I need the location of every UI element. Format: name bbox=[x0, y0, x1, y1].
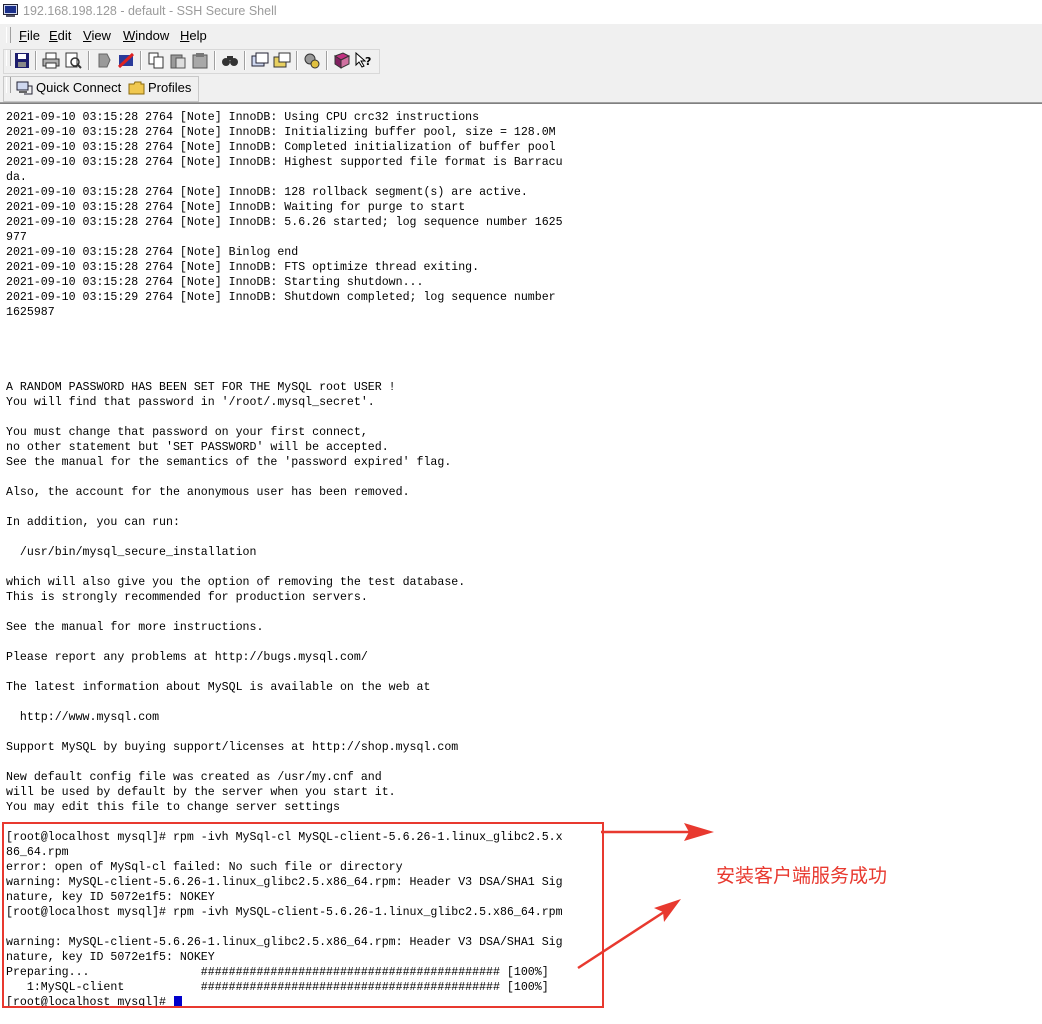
menu-help[interactable]: Help bbox=[180, 28, 207, 43]
terminal-line: 2021-09-10 03:15:29 2764 [Note] InnoDB: … bbox=[6, 291, 556, 304]
quickbar-grip[interactable] bbox=[6, 77, 11, 93]
terminal-line: 2021-09-10 03:15:28 2764 [Note] InnoDB: … bbox=[6, 111, 480, 124]
terminal-line: The latest information about MySQL is av… bbox=[6, 681, 431, 694]
terminal-line: 2021-09-10 03:15:28 2764 [Note] InnoDB: … bbox=[6, 276, 424, 289]
highlight-box bbox=[2, 822, 604, 1008]
toolbar-separator bbox=[35, 51, 37, 70]
file-transfer-icon[interactable] bbox=[251, 52, 269, 69]
profiles-label: Profiles bbox=[148, 80, 192, 95]
save-icon[interactable] bbox=[13, 52, 31, 69]
toolbar-separator bbox=[296, 51, 298, 70]
find-icon[interactable] bbox=[221, 52, 239, 69]
toolbar-separator bbox=[326, 51, 328, 70]
terminal-line: /usr/bin/mysql_secure_installation bbox=[6, 546, 257, 559]
menu-bar: File Edit View Window Help bbox=[0, 24, 1042, 47]
settings-icon[interactable] bbox=[303, 52, 321, 69]
menu-file[interactable]: File bbox=[19, 28, 40, 43]
toolbar-separator bbox=[140, 51, 142, 70]
paste-special-icon[interactable] bbox=[191, 52, 209, 69]
terminal-line: 2021-09-10 03:15:28 2764 [Note] InnoDB: … bbox=[6, 261, 480, 274]
terminal-line: 2021-09-10 03:15:28 2764 [Note] InnoDB: … bbox=[6, 141, 556, 154]
terminal-line: 2021-09-10 03:15:28 2764 [Note] InnoDB: … bbox=[6, 156, 563, 169]
terminal-line: You may edit this file to change server … bbox=[6, 801, 340, 814]
annotation-label: 安装客户端服务成功 bbox=[716, 865, 888, 887]
terminal-line: 977 bbox=[6, 231, 27, 244]
print-preview-icon[interactable] bbox=[64, 52, 82, 69]
ssh-app-icon bbox=[3, 4, 18, 17]
folder-icon bbox=[128, 81, 145, 95]
terminal-line: 2021-09-10 03:15:28 2764 [Note] InnoDB: … bbox=[6, 186, 528, 199]
toolbar-separator bbox=[88, 51, 90, 70]
terminal-line: will be used by default by the server wh… bbox=[6, 786, 396, 799]
terminal-line: You will find that password in '/root/.m… bbox=[6, 396, 375, 409]
menubar-grip[interactable] bbox=[6, 27, 11, 43]
quick-connect-icon bbox=[16, 81, 33, 95]
terminal-line: Also, the account for the anonymous user… bbox=[6, 486, 410, 499]
new-terminal-icon[interactable] bbox=[273, 52, 291, 69]
terminal-line: 2021-09-10 03:15:28 2764 [Note] InnoDB: … bbox=[6, 201, 466, 214]
terminal-line: A RANDOM PASSWORD HAS BEEN SET FOR THE M… bbox=[6, 381, 396, 394]
toolbar-separator bbox=[244, 51, 246, 70]
new-session-icon[interactable] bbox=[117, 52, 135, 69]
terminal-line: 2021-09-10 03:15:28 2764 [Note] InnoDB: … bbox=[6, 126, 556, 139]
toolbar-separator bbox=[214, 51, 216, 70]
toolbar: ? bbox=[0, 47, 1042, 74]
copy-icon[interactable] bbox=[147, 52, 165, 69]
terminal-line: no other statement but 'SET PASSWORD' wi… bbox=[6, 441, 389, 454]
help-book-icon[interactable] bbox=[333, 52, 351, 69]
print-icon[interactable] bbox=[42, 52, 60, 69]
terminal-line: 2021-09-10 03:15:28 2764 [Note] Binlog e… bbox=[6, 246, 299, 259]
terminal-line: See the manual for the semantics of the … bbox=[6, 456, 452, 469]
terminal-line: In addition, you can run: bbox=[6, 516, 180, 529]
terminal-line: This is strongly recommended for product… bbox=[6, 591, 368, 604]
paste-icon[interactable] bbox=[169, 52, 187, 69]
terminal-line: See the manual for more instructions. bbox=[6, 621, 264, 634]
terminal-line: Support MySQL by buying support/licenses… bbox=[6, 741, 459, 754]
terminal-line: 2021-09-10 03:15:28 2764 [Note] InnoDB: … bbox=[6, 216, 563, 229]
title-bar: 192.168.198.128 - default - SSH Secure S… bbox=[0, 0, 1042, 24]
menu-window[interactable]: Window bbox=[123, 28, 169, 43]
quick-connect-label: Quick Connect bbox=[36, 80, 122, 95]
quick-connect-bar: Quick Connect Profiles bbox=[0, 74, 1042, 103]
terminal-line: 1625987 bbox=[6, 306, 55, 319]
terminal-line: You must change that password on your fi… bbox=[6, 426, 368, 439]
window-title: 192.168.198.128 - default - SSH Secure S… bbox=[23, 4, 277, 18]
toolbar-grip[interactable] bbox=[6, 50, 11, 66]
terminal-line: http://www.mysql.com bbox=[6, 711, 160, 724]
terminal-line: New default config file was created as /… bbox=[6, 771, 382, 784]
terminal-line: Please report any problems at http://bug… bbox=[6, 651, 368, 664]
menu-edit[interactable]: Edit bbox=[49, 28, 71, 43]
terminal-line: da. bbox=[6, 171, 27, 184]
terminal-line: which will also give you the option of r… bbox=[6, 576, 466, 589]
disconnect-icon[interactable] bbox=[95, 52, 113, 69]
context-help-icon[interactable]: ? bbox=[355, 52, 373, 69]
menu-view[interactable]: View bbox=[83, 28, 111, 43]
svg-text:?: ? bbox=[365, 55, 371, 68]
